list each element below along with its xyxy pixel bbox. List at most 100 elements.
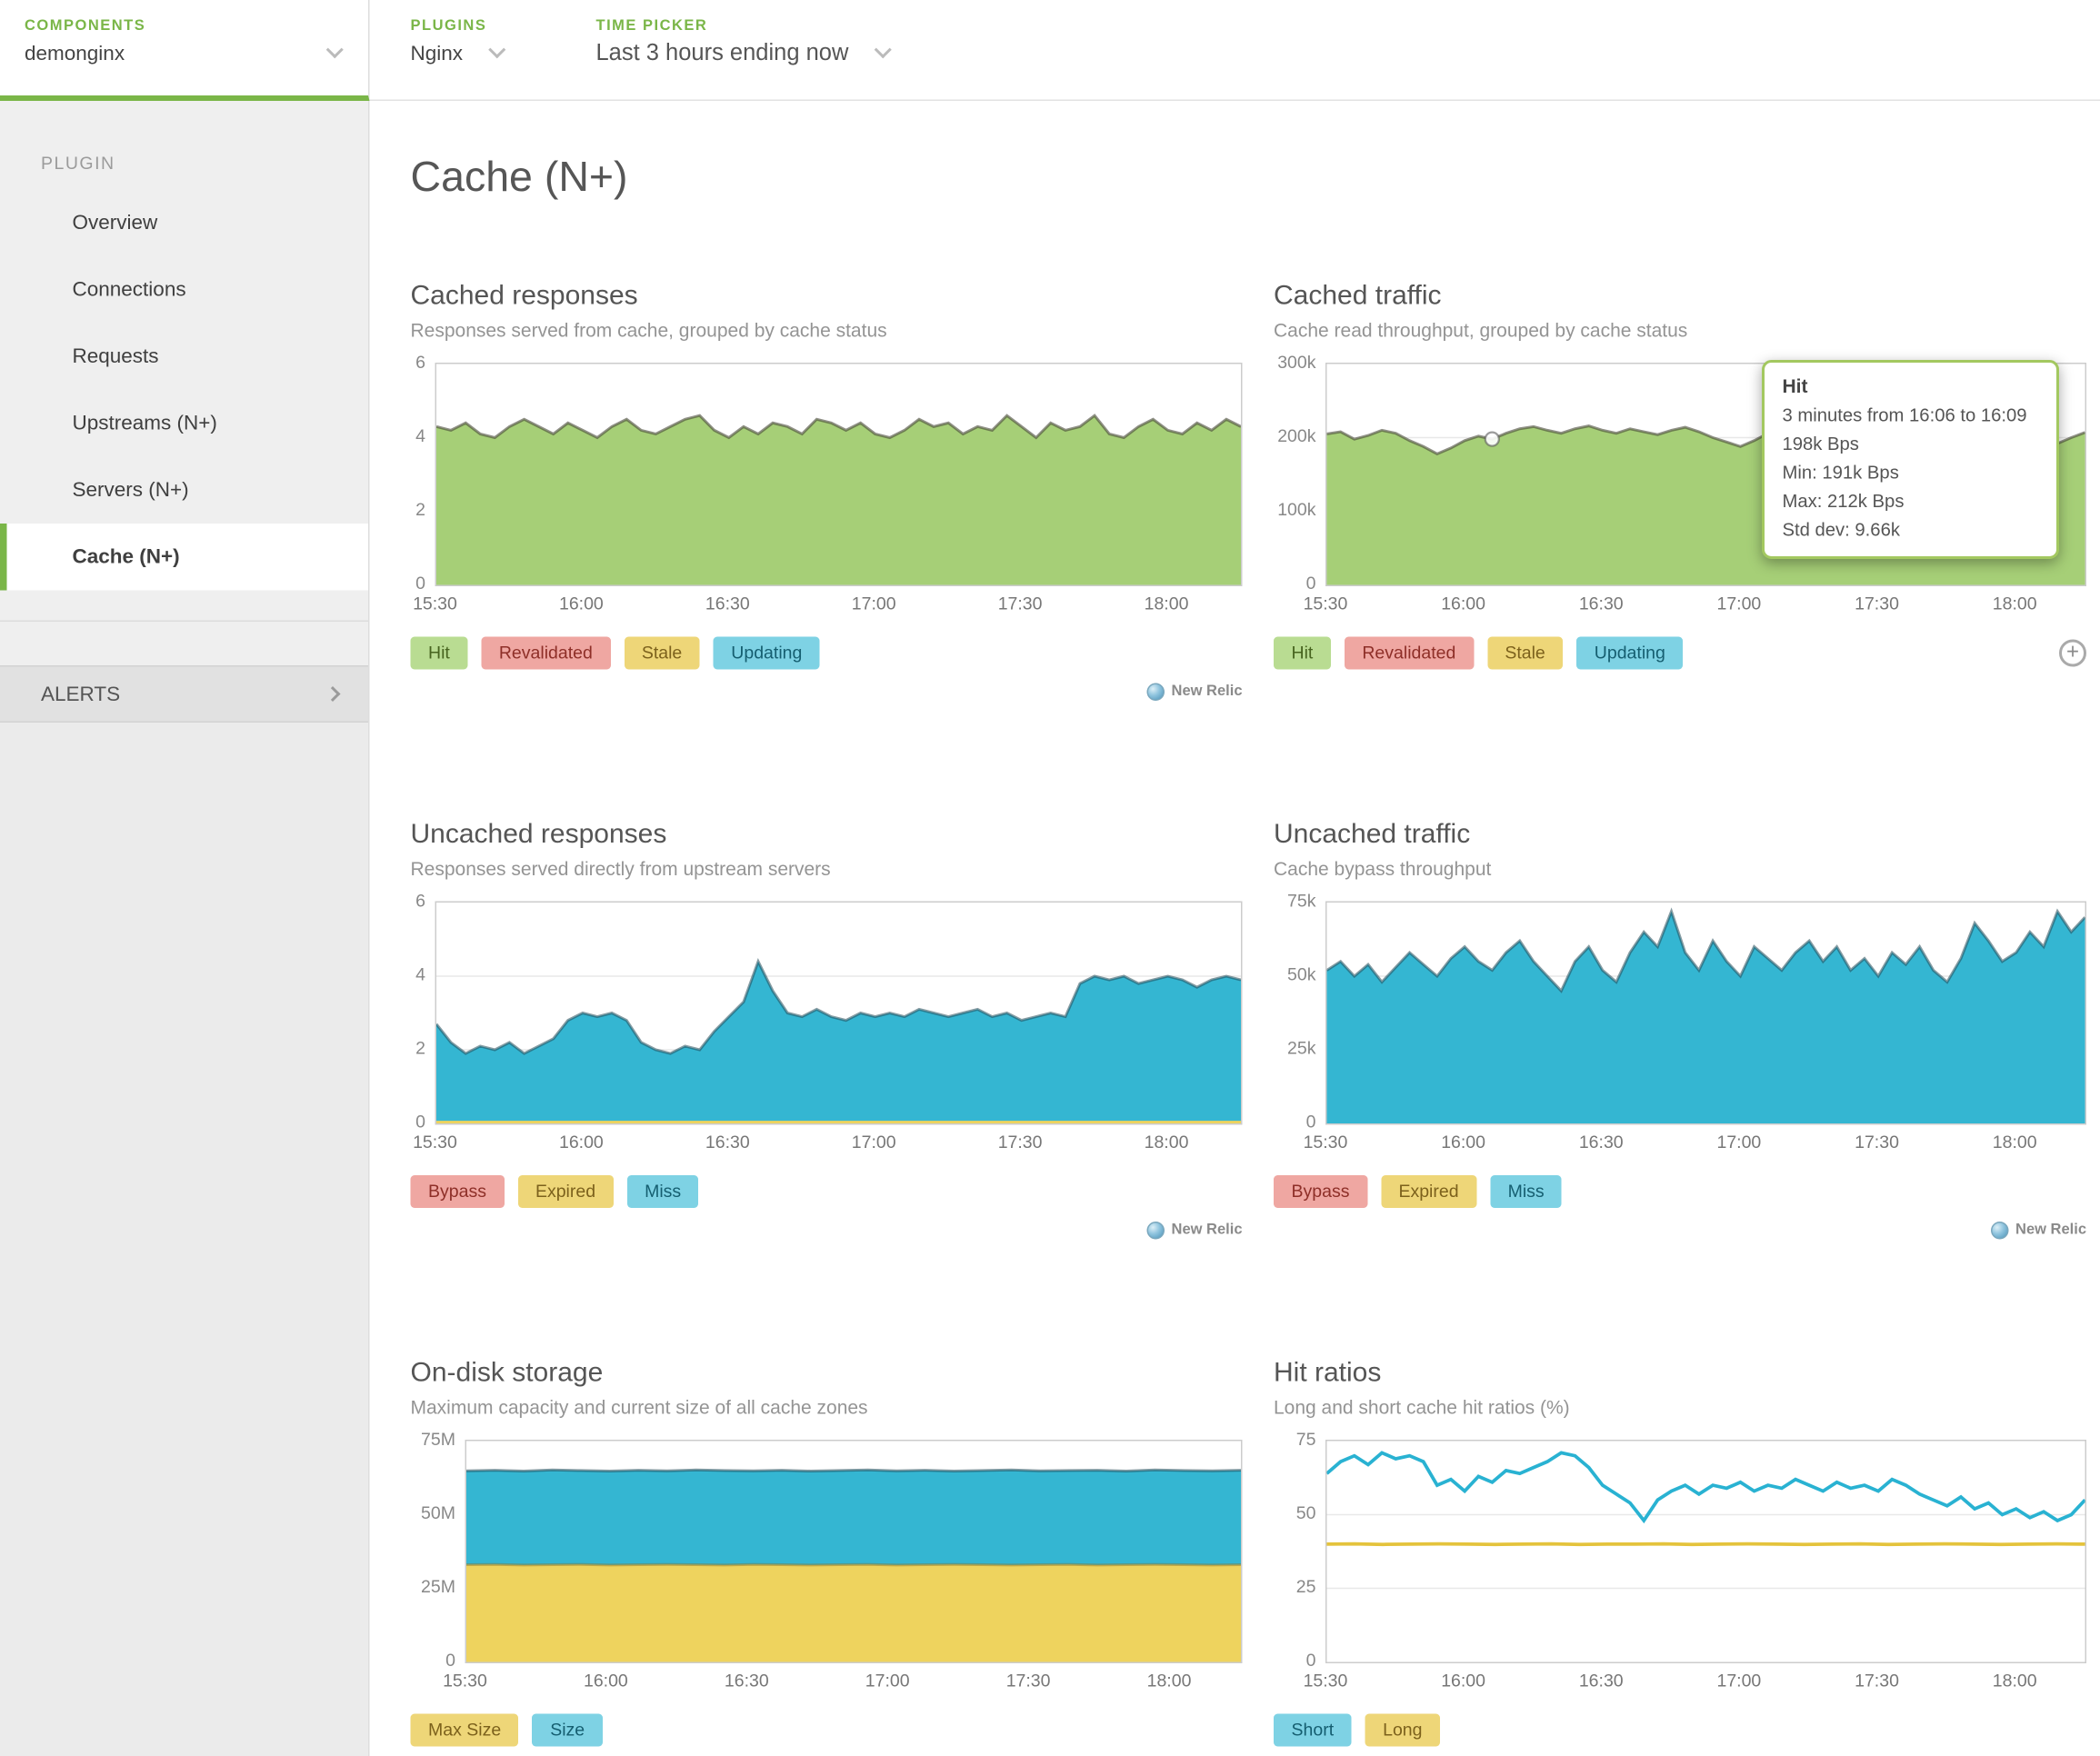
x-axis-label: 15:30 xyxy=(401,594,469,614)
tooltip-line: 198k Bps xyxy=(1783,430,2039,459)
chart-plot[interactable] xyxy=(1325,902,2086,1125)
x-axis: 15:3016:0016:3017:0017:3018:00 xyxy=(435,1132,1243,1156)
alerts-label: ALERTS xyxy=(41,683,120,706)
y-axis-label: 0 xyxy=(411,1112,426,1132)
chart-card-cached-responses: Cached responses Responses served from c… xyxy=(411,278,1243,703)
chart-plot[interactable] xyxy=(465,1440,1243,1663)
chart-canvas xyxy=(1327,903,2085,1123)
sidebar-section-label: PLUGIN xyxy=(41,153,368,174)
time-picker-label: TIME PICKER xyxy=(596,18,889,35)
legend-chip-expired[interactable]: Expired xyxy=(517,1175,613,1208)
legend-chip-miss[interactable]: Miss xyxy=(627,1175,699,1208)
y-axis-label: 25 xyxy=(1274,1578,1316,1597)
legend-chip-revalidated[interactable]: Revalidated xyxy=(481,637,610,670)
x-axis-label: 17:30 xyxy=(995,1671,1063,1691)
area-series-expired xyxy=(436,1121,1241,1123)
plugins-dropdown[interactable]: PLUGINS Nginx xyxy=(411,0,503,101)
x-axis-label: 15:30 xyxy=(1292,1132,1360,1152)
time-picker-dropdown[interactable]: TIME PICKER Last 3 hours ending now xyxy=(596,0,889,101)
y-axis-label: 100k xyxy=(1274,501,1316,520)
hover-marker xyxy=(1485,433,1499,446)
time-picker-value: Last 3 hours ending now xyxy=(596,40,849,66)
legend-chip-long[interactable]: Long xyxy=(1365,1714,1440,1747)
legend-chip-stale[interactable]: Stale xyxy=(1487,637,1563,670)
x-axis: 15:3016:0016:3017:0017:3018:00 xyxy=(1325,1132,2086,1156)
chart-footer: New Relic xyxy=(1274,1219,2086,1241)
y-axis-label: 50M xyxy=(411,1504,456,1523)
new-relic-logo-icon xyxy=(1147,683,1165,701)
chart-plot[interactable] xyxy=(1325,1440,2086,1663)
y-axis: 0246 xyxy=(411,363,426,584)
chart-subtitle: Responses served from cache, grouped by … xyxy=(411,316,1243,344)
sidebar-item-overview[interactable]: Overview xyxy=(0,190,368,257)
legend-chip-miss[interactable]: Miss xyxy=(1490,1175,1562,1208)
tooltip-line: Std dev: 9.66k xyxy=(1783,515,2039,544)
chart-subtitle: Maximum capacity and current size of all… xyxy=(411,1393,1243,1421)
y-axis-label: 0 xyxy=(1274,1112,1316,1132)
chart-plot[interactable] xyxy=(435,902,1243,1125)
tooltip-line: Min: 191k Bps xyxy=(1783,458,2039,487)
chart-subtitle: Long and short cache hit ratios (%) xyxy=(1274,1393,2086,1421)
chart-title: Hit ratios xyxy=(1274,1355,2086,1391)
legend-chip-bypass[interactable]: Bypass xyxy=(1274,1175,1367,1208)
x-axis-label: 16:30 xyxy=(1567,1132,1635,1152)
sidebar-item-requests[interactable]: Requests xyxy=(0,324,368,391)
line-series-short xyxy=(1327,1452,2085,1521)
legend-chip-revalidated[interactable]: Revalidated xyxy=(1345,637,1474,670)
legend-chip-updating[interactable]: Updating xyxy=(1576,637,1683,670)
chart-footer: New Relic xyxy=(411,681,1243,703)
chart-legend: Hit Revalidated Stale Updating xyxy=(411,637,1243,670)
chart-title: Cached responses xyxy=(411,278,1243,314)
x-axis-label: 18:00 xyxy=(1981,1132,2049,1152)
chart-plot[interactable] xyxy=(435,363,1243,586)
chart-card-on-disk-storage: On-disk storage Maximum capacity and cur… xyxy=(411,1355,1243,1756)
legend-chip-max-size[interactable]: Max Size xyxy=(411,1714,519,1747)
sidebar-item-cache[interactable]: Cache (N+) xyxy=(0,524,368,591)
chart-card-uncached-responses: Uncached responses Responses served dire… xyxy=(411,817,1243,1242)
chart-subtitle: Cache bypass throughput xyxy=(1274,855,2086,883)
sidebar-item-connections[interactable]: Connections xyxy=(0,256,368,324)
components-dropdown[interactable]: COMPONENTS demonginx xyxy=(0,0,370,101)
y-axis-label: 200k xyxy=(1274,427,1316,446)
x-axis-label: 18:00 xyxy=(1133,1132,1201,1152)
x-axis-label: 17:00 xyxy=(1705,594,1773,614)
x-axis-label: 16:30 xyxy=(1567,1671,1635,1691)
y-axis-label: 300k xyxy=(1274,354,1316,373)
y-axis-label: 25k xyxy=(1274,1039,1316,1058)
chart-card-hit-ratios: Hit ratios Long and short cache hit rati… xyxy=(1274,1355,2086,1756)
legend-chip-short[interactable]: Short xyxy=(1274,1714,1352,1747)
y-axis-label: 2 xyxy=(411,1039,426,1058)
x-axis: 15:3016:0016:3017:0017:3018:00 xyxy=(465,1671,1243,1695)
y-axis-label: 75 xyxy=(1274,1431,1316,1450)
y-axis-label: 4 xyxy=(411,965,426,984)
y-axis-label: 2 xyxy=(411,501,426,520)
x-axis-label: 16:30 xyxy=(713,1671,781,1691)
legend-chip-bypass[interactable]: Bypass xyxy=(411,1175,505,1208)
chart-legend: Short Long xyxy=(1274,1714,2086,1747)
x-axis-label: 18:00 xyxy=(1981,594,2049,614)
x-axis-label: 17:00 xyxy=(854,1671,922,1691)
legend-chip-updating[interactable]: Updating xyxy=(714,637,820,670)
area-series-miss xyxy=(436,962,1241,1123)
legend-chip-expired[interactable]: Expired xyxy=(1381,1175,1476,1208)
y-axis: 025k50k75k xyxy=(1274,902,1316,1122)
plugins-value: Nginx xyxy=(411,43,464,66)
x-axis-label: 18:00 xyxy=(1133,594,1201,614)
legend-chip-size[interactable]: Size xyxy=(533,1714,603,1747)
new-relic-logo-text: New Relic xyxy=(2015,1222,2086,1238)
x-axis: 15:3016:0016:3017:0017:3018:00 xyxy=(1325,594,2086,618)
legend-chip-stale[interactable]: Stale xyxy=(624,637,699,670)
chart-title: On-disk storage xyxy=(411,1355,1243,1391)
plus-icon[interactable]: + xyxy=(2059,640,2086,667)
legend-chip-hit[interactable]: Hit xyxy=(411,637,468,670)
top-header: COMPONENTS demonginx PLUGINS Nginx TIME … xyxy=(0,0,2100,101)
sidebar-item-upstreams[interactable]: Upstreams (N+) xyxy=(0,390,368,457)
sidebar-item-servers[interactable]: Servers (N+) xyxy=(0,457,368,524)
chart-legend: Hit Revalidated Stale Updating + xyxy=(1274,637,2086,670)
legend-chip-hit[interactable]: Hit xyxy=(1274,637,1331,670)
x-axis-label: 17:30 xyxy=(986,594,1055,614)
x-axis-label: 18:00 xyxy=(1135,1671,1204,1691)
y-axis-label: 75k xyxy=(1274,892,1316,911)
y-axis: 0255075 xyxy=(1274,1440,1316,1661)
sidebar-item-alerts[interactable]: ALERTS xyxy=(0,665,368,723)
